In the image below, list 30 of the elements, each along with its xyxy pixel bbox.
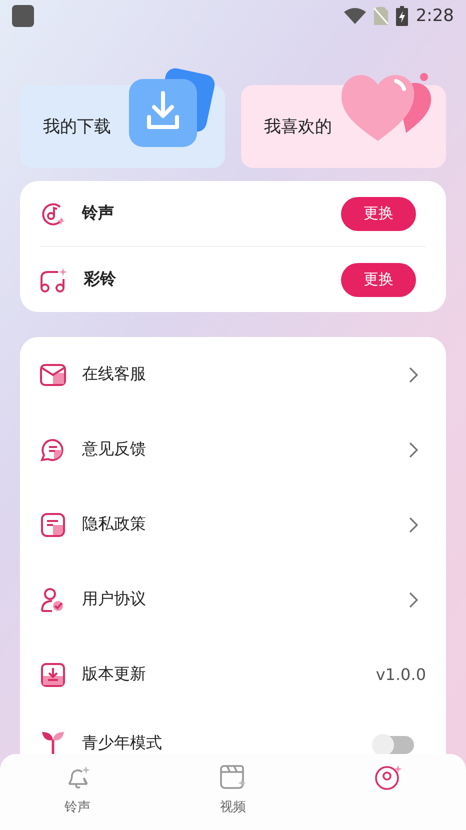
tab-item[interactable]: 视频 bbox=[155, 754, 311, 830]
wifi-icon bbox=[344, 8, 366, 24]
menu-item[interactable]: 隐私政策 bbox=[40, 487, 426, 562]
download-folder-icon bbox=[127, 67, 217, 149]
music-note-icon bbox=[40, 200, 66, 226]
setting-label: 铃声 bbox=[82, 203, 115, 224]
version-text: v1.0.0 bbox=[376, 665, 426, 684]
menu-item[interactable]: 版本更新 v1.0.0 bbox=[40, 637, 426, 712]
user-circle-icon bbox=[374, 764, 402, 790]
tab-item[interactable]: 铃声 bbox=[0, 754, 156, 830]
no-sim-icon bbox=[374, 7, 388, 25]
user-check-icon bbox=[40, 588, 66, 612]
menu-item[interactable]: 在线客服 bbox=[40, 337, 426, 412]
clapperboard-icon bbox=[218, 764, 247, 790]
change-button[interactable]: 更换 bbox=[341, 196, 416, 230]
battery-icon bbox=[396, 6, 408, 26]
change-button[interactable]: 更换 bbox=[341, 262, 416, 296]
setting-label: 彩铃 bbox=[84, 269, 117, 290]
document-icon bbox=[40, 512, 66, 536]
menu-item[interactable]: 用户协议 bbox=[40, 562, 426, 637]
toggle-switch[interactable] bbox=[374, 736, 414, 754]
quick-card[interactable]: 我的下载 bbox=[20, 67, 225, 168]
status-time: 2:28 bbox=[416, 6, 454, 26]
quick-card[interactable]: 我喜欢的 bbox=[241, 67, 446, 168]
menu-item[interactable]: 意见反馈 bbox=[40, 412, 426, 487]
mail-icon bbox=[40, 362, 66, 386]
chat-bubble-icon bbox=[40, 438, 66, 462]
download-box-icon bbox=[40, 662, 66, 686]
music-notes-icon bbox=[40, 266, 68, 292]
sprout-icon bbox=[40, 730, 66, 754]
